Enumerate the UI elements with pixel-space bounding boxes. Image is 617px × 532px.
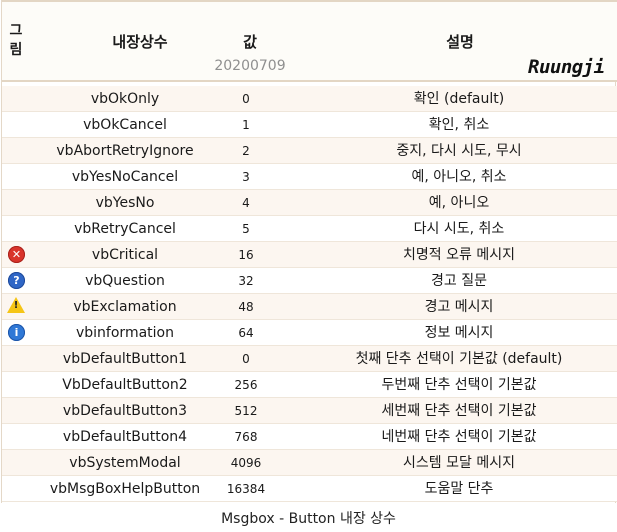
table-row: i vbinformation 64 정보 메시지: [2, 320, 617, 346]
const-cell: VbDefaultButton2: [62, 377, 188, 393]
information-icon: i: [8, 324, 25, 341]
row-icon-cell: [4, 398, 26, 424]
table-row: VbDefaultButton2 256 두번째 단추 선택이 기본값: [2, 372, 617, 398]
row-icon-cell: i: [4, 320, 26, 346]
table-row: vbDefaultButton4 768 네번째 단추 선택이 기본값: [2, 424, 617, 450]
value-cell: 768: [234, 430, 258, 444]
table-row: vbYesNoCancel 3 예, 아니오, 취소: [2, 164, 617, 190]
desc-cell: 치명적 오류 메시지: [403, 247, 515, 263]
table-row: vbOkOnly 0 확인 (default): [2, 86, 617, 112]
row-icon-cell: !: [4, 294, 26, 320]
value-cell: 512: [234, 404, 258, 418]
caption: Msgbox - Button 내장 상수: [221, 511, 396, 527]
desc-cell: 경고 질문: [431, 273, 487, 289]
table-row: vbYesNo 4 예, 아니오: [2, 190, 617, 216]
value-cell: 48: [238, 300, 254, 314]
const-cell: vbOkOnly: [90, 91, 160, 107]
desc-cell: 확인 (default): [413, 91, 505, 107]
desc-cell: 네번째 단추 선택이 기본값: [381, 429, 537, 445]
const-cell: vbCritical: [91, 247, 159, 263]
signature: Ruungji: [528, 56, 605, 78]
critical-icon: ✕: [8, 246, 25, 263]
const-cell: vbDefaultButton4: [62, 429, 188, 445]
table-row: ✕ vbCritical 16 치명적 오류 메시지: [2, 242, 617, 268]
table-row: vbSystemModal 4096 시스템 모달 메시지: [2, 450, 617, 476]
const-cell: vbRetryCancel: [74, 221, 176, 237]
msgbox-table: 그림 내장상수 값 20200709 설명 Ruungji vbOkOnly 0 확…: [1, 0, 617, 503]
row-icon-cell: [4, 138, 26, 164]
table-row: vbMsgBoxHelpButton 16384 도움말 단추: [2, 476, 617, 502]
value-cell: 1: [242, 118, 250, 132]
row-icon-cell: [4, 424, 26, 450]
value-cell: 64: [238, 326, 254, 340]
const-cell: vbYesNoCancel: [71, 169, 179, 185]
value-cell: 4096: [230, 456, 262, 470]
value-cell: 0: [242, 352, 250, 366]
exclamation-icon: !: [7, 297, 25, 313]
row-icon-cell: [4, 164, 26, 190]
desc-cell: 정보 메시지: [424, 325, 494, 341]
table-body: vbOkOnly 0 확인 (default) vbOkCancel 1 확인, 취소 vb…: [2, 86, 617, 502]
const-cell: vbOkCancel: [83, 117, 167, 133]
desc-cell: 예, 아니오: [428, 195, 490, 211]
row-icon-cell: [4, 450, 26, 476]
const-cell: vbinformation: [76, 325, 174, 341]
value-cell: 3: [242, 170, 250, 184]
header-icon-col-char: 그: [9, 23, 23, 39]
value-cell: 32: [238, 274, 254, 288]
header-value-col: 값: [243, 33, 257, 51]
value-cell: 4: [242, 196, 250, 210]
header-desc-col: 설명: [446, 33, 474, 51]
question-icon: ?: [8, 272, 25, 289]
const-cell: vbAbortRetryIgnore: [56, 143, 194, 159]
desc-cell: 확인, 취소: [428, 117, 490, 133]
row-icon-cell: [4, 476, 26, 502]
desc-cell: 시스템 모달 메시지: [403, 455, 515, 471]
const-cell: vbExclamation: [73, 299, 177, 315]
value-cell: 2: [242, 144, 250, 158]
desc-cell: 중지, 다시 시도, 무시: [396, 143, 522, 159]
desc-cell: 경고 메시지: [424, 299, 494, 315]
value-cell: 16384: [226, 482, 266, 496]
desc-cell: 다시 시도, 취소: [413, 221, 505, 237]
table-row: ! vbExclamation 48 경고 메시지: [2, 294, 617, 320]
header-date: 20200709: [214, 58, 286, 74]
row-icon-cell: [4, 216, 26, 242]
value-cell: 0: [242, 92, 250, 106]
row-icon-cell: ?: [4, 268, 26, 294]
table-header: 그림 내장상수 값 20200709 설명 Ruungji: [2, 0, 617, 82]
row-icon-cell: [4, 190, 26, 216]
header-icon-col: 그림: [4, 22, 28, 60]
desc-cell: 도움말 단추: [424, 481, 494, 497]
value-cell: 5: [242, 222, 250, 236]
value-cell: 16: [238, 248, 254, 262]
const-cell: vbYesNo: [95, 195, 155, 211]
value-cell: 256: [234, 378, 258, 392]
const-cell: vbMsgBoxHelpButton: [49, 481, 201, 497]
row-icon-cell: ✕: [4, 242, 26, 268]
row-icon-cell: [4, 112, 26, 138]
table-row: vbRetryCancel 5 다시 시도, 취소: [2, 216, 617, 242]
desc-cell: 두번째 단추 선택이 기본값: [381, 377, 537, 393]
header-icon-col-char: 림: [9, 42, 23, 58]
table-row: vbAbortRetryIgnore 2 중지, 다시 시도, 무시: [2, 138, 617, 164]
table-row: vbDefaultButton1 0 첫째 단추 선택이 기본값 (default): [2, 346, 617, 372]
const-cell: vbSystemModal: [69, 455, 181, 471]
const-cell: vbDefaultButton1: [62, 351, 188, 367]
row-icon-cell: [4, 372, 26, 398]
desc-cell: 세번째 단추 선택이 기본값: [381, 403, 537, 419]
row-icon-cell: [4, 346, 26, 372]
const-cell: vbQuestion: [85, 273, 165, 289]
desc-cell: 예, 아니오, 취소: [411, 169, 507, 185]
desc-cell: 첫째 단추 선택이 기본값 (default): [355, 351, 563, 367]
table-row: vbDefaultButton3 512 세번째 단추 선택이 기본값: [2, 398, 617, 424]
row-icon-cell: [4, 86, 26, 112]
table-row: vbOkCancel 1 확인, 취소: [2, 112, 617, 138]
table-row: ? vbQuestion 32 경고 질문: [2, 268, 617, 294]
const-cell: vbDefaultButton3: [62, 403, 188, 419]
